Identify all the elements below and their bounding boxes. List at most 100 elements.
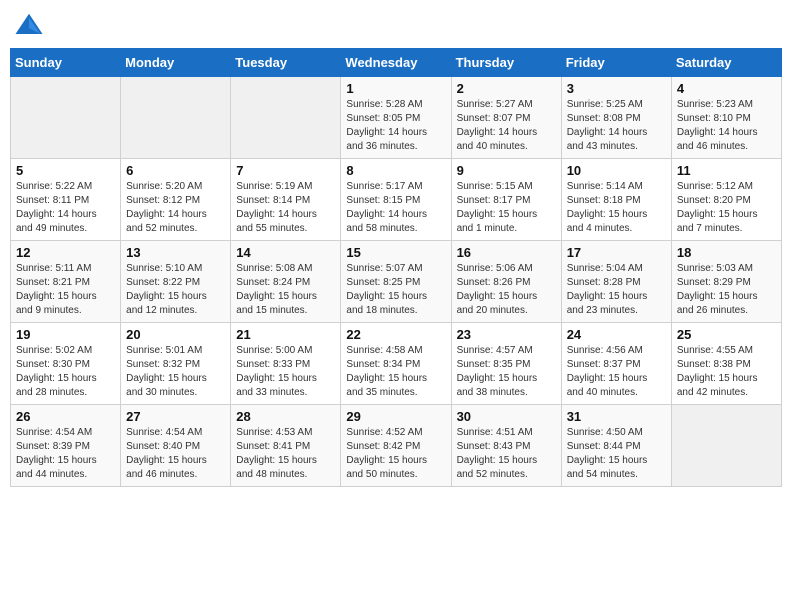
weekday-saturday: Saturday [671, 49, 781, 77]
calendar-header: SundayMondayTuesdayWednesdayThursdayFrid… [11, 49, 782, 77]
day-number: 14 [236, 245, 335, 260]
day-info: Sunrise: 5:19 AM Sunset: 8:14 PM Dayligh… [236, 180, 335, 236]
calendar-cell: 27 Sunrise: 4:54 AM Sunset: 8:40 PM Dayli… [121, 405, 231, 487]
calendar-cell: 13 Sunrise: 5:10 AM Sunset: 8:22 PM Dayli… [121, 241, 231, 323]
day-number: 26 [16, 409, 115, 424]
day-number: 5 [16, 163, 115, 178]
day-info: Sunrise: 5:23 AM Sunset: 8:10 PM Dayligh… [677, 98, 776, 154]
weekday-wednesday: Wednesday [341, 49, 451, 77]
calendar-body: 1 Sunrise: 5:28 AM Sunset: 8:05 PM Daylig… [11, 77, 782, 487]
day-number: 7 [236, 163, 335, 178]
calendar-cell: 23 Sunrise: 4:57 AM Sunset: 8:35 PM Dayli… [451, 323, 561, 405]
weekday-thursday: Thursday [451, 49, 561, 77]
calendar-cell: 15 Sunrise: 5:07 AM Sunset: 8:25 PM Dayli… [341, 241, 451, 323]
weekday-sunday: Sunday [11, 49, 121, 77]
day-number: 23 [457, 327, 556, 342]
calendar-cell: 14 Sunrise: 5:08 AM Sunset: 8:24 PM Dayli… [231, 241, 341, 323]
day-info: Sunrise: 4:50 AM Sunset: 8:44 PM Dayligh… [567, 426, 666, 482]
calendar-cell: 11 Sunrise: 5:12 AM Sunset: 8:20 PM Dayli… [671, 159, 781, 241]
calendar-cell: 21Sunrise: 5:00 AM Sunset: 8:33 PM Dayli… [231, 323, 341, 405]
day-number: 2 [457, 81, 556, 96]
day-info: Sunrise: 5:11 AM Sunset: 8:21 PM Dayligh… [16, 262, 115, 318]
weekday-header-row: SundayMondayTuesdayWednesdayThursdayFrid… [11, 49, 782, 77]
day-number: 10 [567, 163, 666, 178]
day-number: 21 [236, 327, 335, 342]
calendar-week-5: 26 Sunrise: 4:54 AM Sunset: 8:39 PM Dayli… [11, 405, 782, 487]
day-info: Sunrise: 4:51 AM Sunset: 8:43 PM Dayligh… [457, 426, 556, 482]
day-number: 9 [457, 163, 556, 178]
calendar-cell: 6 Sunrise: 5:20 AM Sunset: 8:12 PM Daylig… [121, 159, 231, 241]
day-info: Sunrise: 4:52 AM Sunset: 8:42 PM Dayligh… [346, 426, 445, 482]
logo [14, 10, 48, 40]
day-number: 11 [677, 163, 776, 178]
day-info: Sunrise: 4:55 AM Sunset: 8:38 PM Dayligh… [677, 344, 776, 400]
day-number: 17 [567, 245, 666, 260]
day-info: Sunrise: 5:08 AM Sunset: 8:24 PM Dayligh… [236, 262, 335, 318]
day-info: Sunrise: 4:57 AM Sunset: 8:35 PM Dayligh… [457, 344, 556, 400]
day-info: Sunrise: 5:01 AM Sunset: 8:32 PM Dayligh… [126, 344, 225, 400]
day-info: Sunrise: 5:04 AM Sunset: 8:28 PM Dayligh… [567, 262, 666, 318]
day-number: 30 [457, 409, 556, 424]
day-number: 13 [126, 245, 225, 260]
weekday-monday: Monday [121, 49, 231, 77]
day-number: 15 [346, 245, 445, 260]
calendar-cell [231, 77, 341, 159]
day-info: Sunrise: 4:54 AM Sunset: 8:39 PM Dayligh… [16, 426, 115, 482]
day-number: 3 [567, 81, 666, 96]
calendar-cell: 5Sunrise: 5:22 AM Sunset: 8:11 PM Daylig… [11, 159, 121, 241]
day-info: Sunrise: 5:06 AM Sunset: 8:26 PM Dayligh… [457, 262, 556, 318]
day-number: 20 [126, 327, 225, 342]
day-number: 27 [126, 409, 225, 424]
calendar-cell: 22Sunrise: 4:58 AM Sunset: 8:34 PM Dayli… [341, 323, 451, 405]
day-number: 1 [346, 81, 445, 96]
weekday-friday: Friday [561, 49, 671, 77]
calendar-cell: 3Sunrise: 5:25 AM Sunset: 8:08 PM Daylig… [561, 77, 671, 159]
day-info: Sunrise: 5:17 AM Sunset: 8:15 PM Dayligh… [346, 180, 445, 236]
calendar-cell: 24 Sunrise: 4:56 AM Sunset: 8:37 PM Dayli… [561, 323, 671, 405]
calendar-table: SundayMondayTuesdayWednesdayThursdayFrid… [10, 48, 782, 487]
calendar-cell: 26 Sunrise: 4:54 AM Sunset: 8:39 PM Dayli… [11, 405, 121, 487]
day-info: Sunrise: 5:27 AM Sunset: 8:07 PM Dayligh… [457, 98, 556, 154]
calendar-cell: 19Sunrise: 5:02 AM Sunset: 8:30 PM Dayli… [11, 323, 121, 405]
day-info: Sunrise: 4:54 AM Sunset: 8:40 PM Dayligh… [126, 426, 225, 482]
calendar-cell: 28 Sunrise: 4:53 AM Sunset: 8:41 PM Dayli… [231, 405, 341, 487]
day-info: Sunrise: 5:10 AM Sunset: 8:22 PM Dayligh… [126, 262, 225, 318]
day-info: Sunrise: 5:15 AM Sunset: 8:17 PM Dayligh… [457, 180, 556, 236]
day-info: Sunrise: 5:03 AM Sunset: 8:29 PM Dayligh… [677, 262, 776, 318]
page-header [10, 10, 782, 40]
calendar-week-3: 12 Sunrise: 5:11 AM Sunset: 8:21 PM Dayli… [11, 241, 782, 323]
day-info: Sunrise: 5:07 AM Sunset: 8:25 PM Dayligh… [346, 262, 445, 318]
calendar-cell: 12 Sunrise: 5:11 AM Sunset: 8:21 PM Dayli… [11, 241, 121, 323]
day-number: 12 [16, 245, 115, 260]
day-number: 6 [126, 163, 225, 178]
calendar-cell: 29 Sunrise: 4:52 AM Sunset: 8:42 PM Dayli… [341, 405, 451, 487]
day-info: Sunrise: 4:56 AM Sunset: 8:37 PM Dayligh… [567, 344, 666, 400]
calendar-cell: 4 Sunrise: 5:23 AM Sunset: 8:10 PM Daylig… [671, 77, 781, 159]
calendar-cell: 18 Sunrise: 5:03 AM Sunset: 8:29 PM Dayli… [671, 241, 781, 323]
day-number: 16 [457, 245, 556, 260]
day-info: Sunrise: 4:53 AM Sunset: 8:41 PM Dayligh… [236, 426, 335, 482]
day-number: 8 [346, 163, 445, 178]
calendar-week-1: 1 Sunrise: 5:28 AM Sunset: 8:05 PM Daylig… [11, 77, 782, 159]
calendar-cell: 10 Sunrise: 5:14 AM Sunset: 8:18 PM Dayli… [561, 159, 671, 241]
calendar-week-4: 19Sunrise: 5:02 AM Sunset: 8:30 PM Dayli… [11, 323, 782, 405]
day-number: 19 [16, 327, 115, 342]
calendar-cell [121, 77, 231, 159]
day-info: Sunrise: 5:28 AM Sunset: 8:05 PM Dayligh… [346, 98, 445, 154]
calendar-cell: 7 Sunrise: 5:19 AM Sunset: 8:14 PM Daylig… [231, 159, 341, 241]
calendar-cell: 2 Sunrise: 5:27 AM Sunset: 8:07 PM Daylig… [451, 77, 561, 159]
calendar-week-2: 5Sunrise: 5:22 AM Sunset: 8:11 PM Daylig… [11, 159, 782, 241]
day-number: 28 [236, 409, 335, 424]
day-number: 18 [677, 245, 776, 260]
calendar-cell [671, 405, 781, 487]
day-number: 22 [346, 327, 445, 342]
day-number: 24 [567, 327, 666, 342]
day-info: Sunrise: 5:14 AM Sunset: 8:18 PM Dayligh… [567, 180, 666, 236]
calendar-cell: 25Sunrise: 4:55 AM Sunset: 8:38 PM Dayli… [671, 323, 781, 405]
day-info: Sunrise: 5:12 AM Sunset: 8:20 PM Dayligh… [677, 180, 776, 236]
day-number: 4 [677, 81, 776, 96]
day-info: Sunrise: 5:20 AM Sunset: 8:12 PM Dayligh… [126, 180, 225, 236]
calendar-cell: 16 Sunrise: 5:06 AM Sunset: 8:26 PM Dayli… [451, 241, 561, 323]
logo-icon [14, 10, 44, 40]
day-number: 29 [346, 409, 445, 424]
